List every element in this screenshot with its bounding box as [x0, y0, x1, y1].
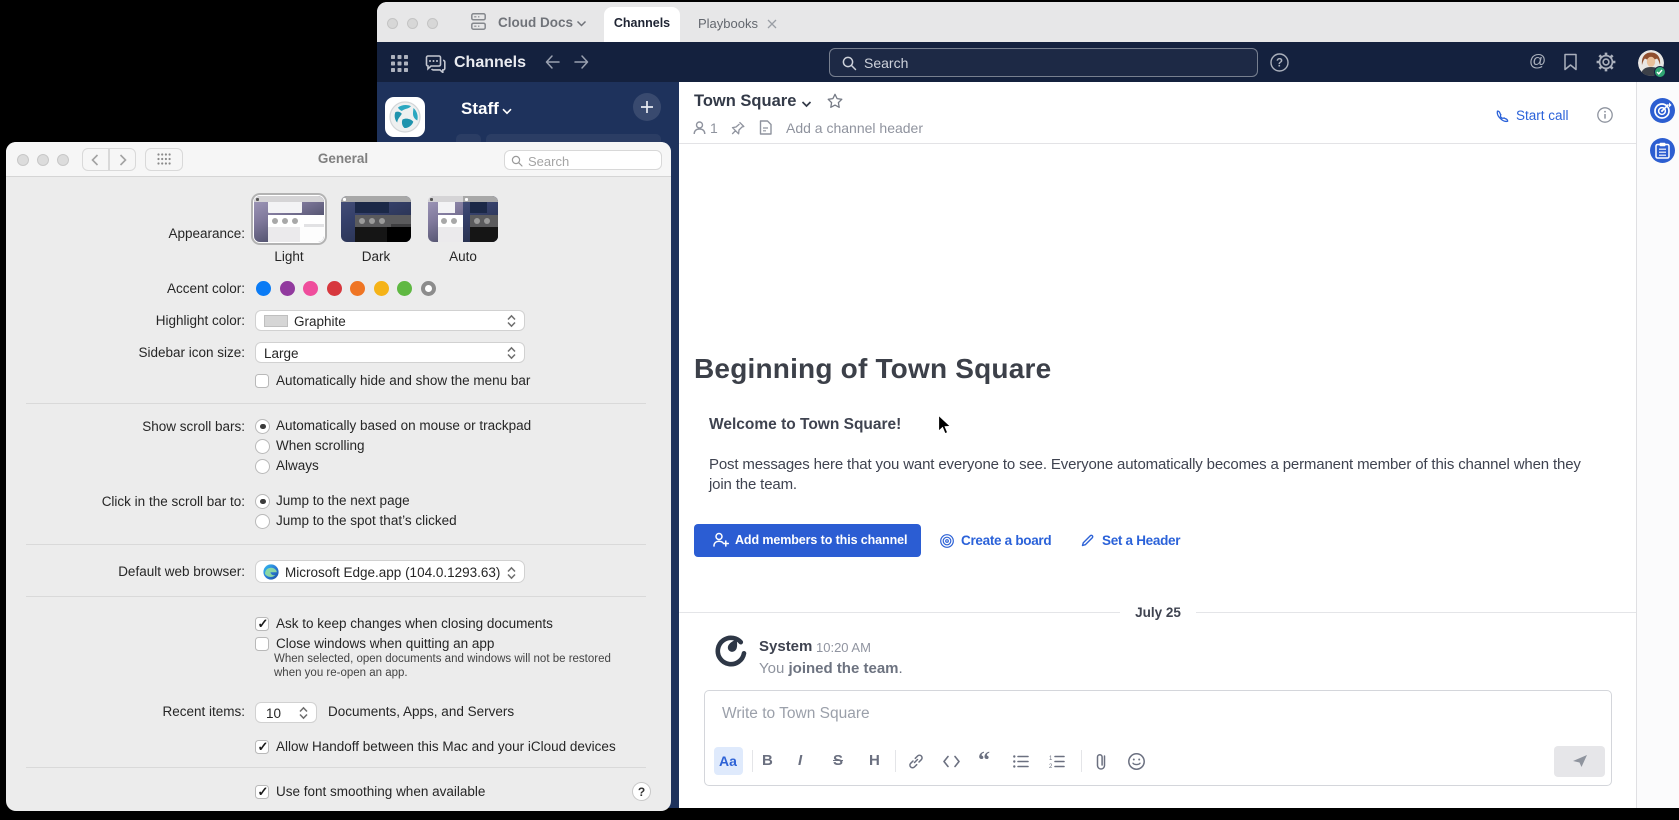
svg-text:2: 2 [1049, 764, 1053, 768]
svg-text:1: 1 [1049, 756, 1053, 762]
svg-text:?: ? [1276, 58, 1283, 70]
